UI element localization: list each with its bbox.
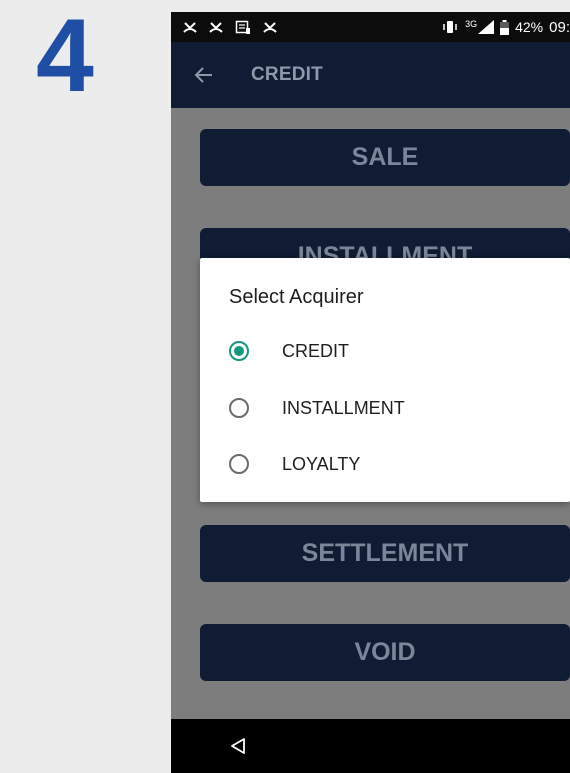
settlement-button[interactable]: SETTLEMENT xyxy=(200,525,570,582)
option-installment[interactable]: INSTALLMENT xyxy=(229,388,549,428)
radio-unselected-icon[interactable] xyxy=(229,454,249,474)
option-credit[interactable]: CREDIT xyxy=(229,331,549,371)
status-notifications xyxy=(183,19,277,35)
status-bar: 3G 42% 09: xyxy=(171,12,570,42)
arrow-left-icon[interactable] xyxy=(193,64,215,86)
signal-indicator: 3G xyxy=(465,19,495,34)
triangle-back-icon[interactable] xyxy=(229,737,247,755)
missed-call-icon xyxy=(263,22,277,33)
void-button[interactable]: VOID xyxy=(200,624,570,681)
phone-screen: 3G 42% 09: CREDIT SALE INSTALLMENT SETTL… xyxy=(171,12,570,773)
status-time: 09: xyxy=(549,18,570,36)
missed-call-icon xyxy=(183,22,197,33)
missed-call-icon xyxy=(209,22,223,33)
battery-percent: 42% xyxy=(515,19,544,35)
option-label: INSTALLMENT xyxy=(282,397,405,418)
option-loyalty[interactable]: LOYALTY xyxy=(229,444,549,484)
app-bar: CREDIT xyxy=(171,42,570,108)
battery-icon xyxy=(500,19,510,35)
select-acquirer-dialog: Select Acquirer CREDIT INSTALLMENT LOYAL… xyxy=(200,258,570,502)
dialog-title: Select Acquirer xyxy=(229,286,364,308)
option-label: LOYALTY xyxy=(282,453,361,474)
network-type: 3G xyxy=(465,19,478,29)
option-label: CREDIT xyxy=(282,340,349,361)
status-system: 3G 42% 09: xyxy=(441,19,570,36)
vibrate-icon xyxy=(443,21,457,33)
sale-button[interactable]: SALE xyxy=(200,129,570,186)
signal-icon xyxy=(478,20,495,34)
navigation-bar xyxy=(171,719,570,773)
step-number: 4 xyxy=(36,0,94,114)
page-title: CREDIT xyxy=(251,64,323,85)
radio-unselected-icon[interactable] xyxy=(229,398,249,418)
radio-selected-icon[interactable] xyxy=(229,341,249,361)
message-icon xyxy=(235,20,250,34)
